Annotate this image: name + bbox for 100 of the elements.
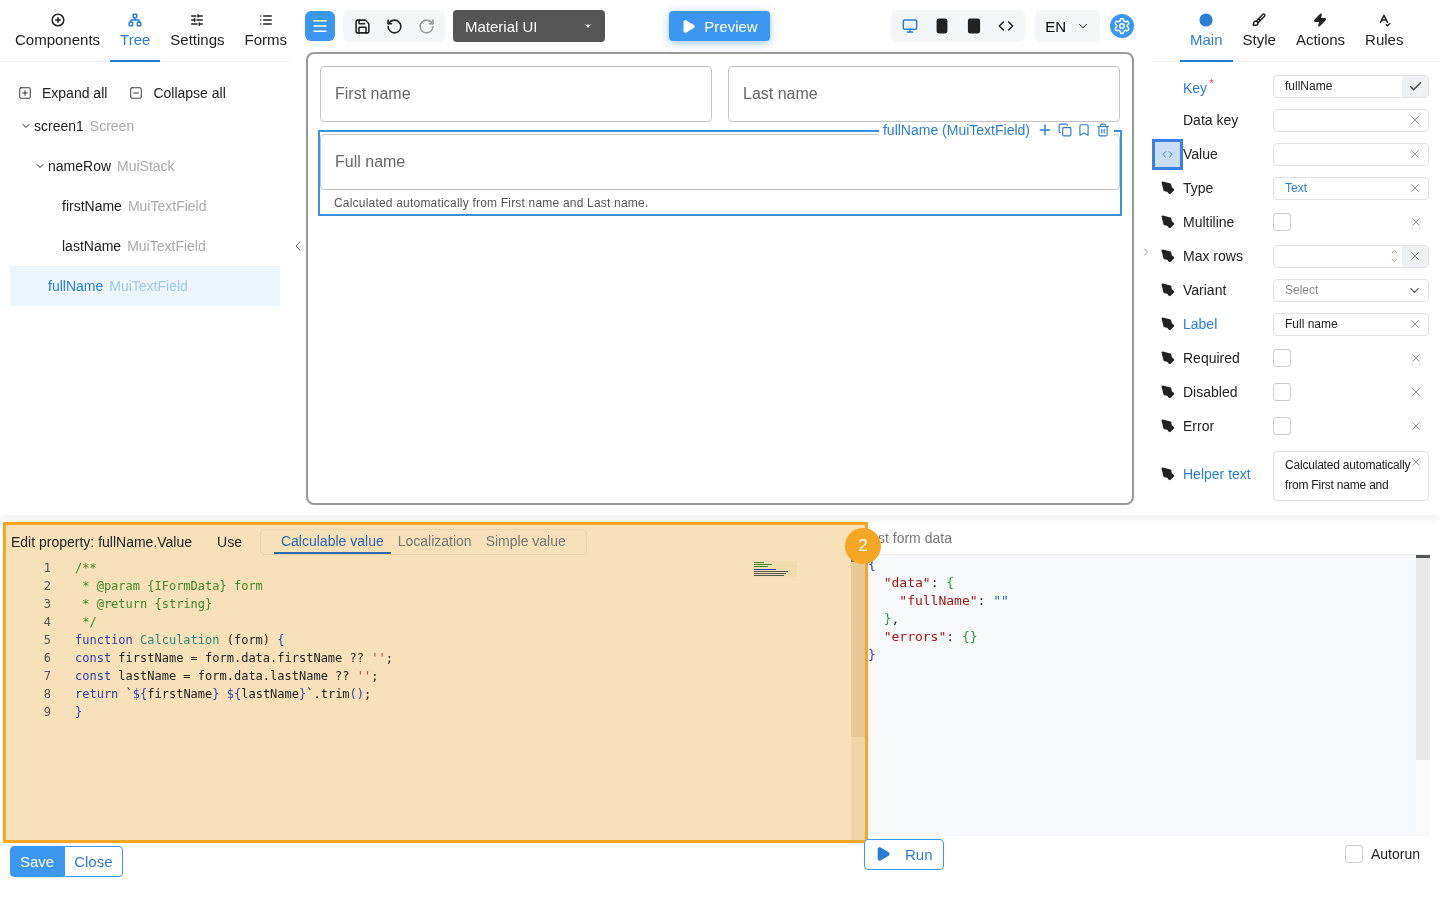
line-number: 6 — [42, 651, 52, 665]
add-icon[interactable] — [1037, 122, 1053, 138]
code-line: function Calculation (form) { — [75, 633, 285, 647]
code-line: }, — [882, 611, 901, 628]
bookmark-icon[interactable] — [1077, 123, 1091, 137]
close-icon — [1408, 317, 1422, 331]
dot-icon — [1199, 12, 1214, 27]
text-field[interactable] — [1273, 108, 1429, 132]
close-icon — [1408, 147, 1422, 161]
tree-item[interactable]: nameRow MuiStack — [10, 146, 280, 186]
text-field[interactable]: Last name — [728, 66, 1120, 122]
code-line: const firstName = form.data.firstName ?? ''; — [75, 651, 393, 665]
code-line: const lastName = form.data.lastName ?? ''; — [75, 669, 379, 683]
code-icon — [1162, 148, 1173, 160]
node-type: MuiTextField — [127, 238, 206, 254]
code-line: "data": { — [882, 575, 956, 592]
sidebar-tab[interactable]: Settings — [160, 0, 235, 62]
number-field[interactable] — [1273, 244, 1429, 268]
close-icon — [1409, 385, 1423, 399]
confirm-button[interactable] — [1402, 75, 1428, 97]
mode-tab[interactable]: Calculable value — [273, 530, 391, 554]
close-icon — [1408, 249, 1422, 263]
checkbox-label: Autorun — [1370, 846, 1420, 862]
plus-square-icon — [18, 86, 32, 100]
line-number: 8 — [42, 687, 52, 701]
spell-check-icon — [1377, 12, 1392, 27]
close-button[interactable]: Close — [64, 845, 123, 877]
checkbox[interactable] — [1273, 213, 1291, 231]
clear-button[interactable] — [1409, 455, 1423, 469]
lightning-icon — [1313, 12, 1328, 27]
text-field[interactable]: First name — [320, 66, 712, 122]
tree-item[interactable]: lastName MuiTextField — [10, 226, 280, 266]
copy-icon[interactable] — [1058, 123, 1072, 137]
increment-icon[interactable] — [1390, 247, 1399, 256]
sidebar-tab[interactable]: Forms — [234, 0, 298, 62]
menu-button[interactable] — [305, 11, 335, 41]
collapse-all-button[interactable]: Collapse all — [129, 83, 226, 103]
sliders-icon — [190, 12, 205, 27]
expand-all-button[interactable]: Expand all — [18, 83, 108, 103]
tree-item[interactable]: firstName MuiTextField — [10, 186, 280, 226]
sidebar-tab[interactable]: Components — [5, 0, 111, 62]
line-number: 5 — [42, 633, 52, 647]
mode-tab[interactable]: Simple value — [478, 530, 573, 554]
hierarchy-icon — [128, 12, 143, 27]
node-type: MuiStack — [117, 158, 175, 174]
code-line: "errors": {} — [882, 629, 979, 646]
redo-icon — [417, 17, 435, 35]
node-type: MuiTextField — [127, 198, 207, 214]
panel-tab[interactable]: Main — [1180, 0, 1233, 62]
tree-item[interactable]: fullName MuiTextField — [10, 266, 280, 306]
code-line: /** — [75, 561, 97, 575]
code-line: "fullName": "" — [898, 593, 1010, 610]
play-icon — [875, 846, 891, 862]
close-icon — [1409, 419, 1423, 433]
language-select[interactable]: EN — [1035, 10, 1100, 42]
decrement-icon[interactable] — [1390, 256, 1399, 265]
node-type: Screen — [89, 118, 135, 134]
select-field[interactable]: Select — [1273, 278, 1429, 302]
tree-item[interactable]: screen1 Screen — [10, 106, 280, 146]
text-field[interactable]: fullName — [1273, 74, 1429, 98]
line-number: 3 — [42, 597, 52, 611]
line-number: 2 — [42, 579, 52, 593]
property-label: Variant — [1183, 282, 1228, 298]
code-line: } — [868, 647, 877, 664]
panel-tab[interactable]: Style — [1232, 0, 1286, 62]
text-field[interactable] — [1273, 142, 1429, 166]
gear-icon — [1113, 17, 1131, 35]
use-label: Use — [217, 534, 242, 550]
checkbox[interactable] — [1273, 383, 1291, 401]
run-button[interactable]: Run — [864, 838, 944, 870]
clear-button[interactable] — [1402, 245, 1428, 267]
helper-text: Calculated automatically from First name and Last name. — [333, 195, 650, 210]
mode-tab[interactable]: Localization — [390, 530, 479, 554]
code-button[interactable] — [1152, 138, 1183, 170]
text-field[interactable]: Full name — [1273, 312, 1429, 336]
tablet-icon — [966, 18, 983, 34]
checkbox[interactable] — [1273, 417, 1291, 435]
plus-circle-icon — [50, 12, 65, 27]
panel-tab[interactable]: Actions — [1285, 0, 1356, 62]
property-label: Disabled — [1183, 384, 1239, 400]
node-name: screen1 — [34, 118, 84, 134]
play-icon — [681, 18, 697, 34]
menu-icon — [311, 17, 329, 35]
checkbox[interactable] — [1273, 349, 1291, 367]
panel-tab[interactable]: Rules — [1355, 0, 1414, 62]
code-line: * @param {IFormData} form — [81, 579, 263, 593]
settings-button[interactable] — [1110, 14, 1134, 38]
sidebar-tab[interactable]: Tree — [110, 0, 161, 62]
node-type: MuiTextField — [109, 278, 188, 294]
delete-icon[interactable] — [1096, 123, 1110, 137]
property-label: Max rows — [1183, 248, 1244, 264]
brush-icon — [1252, 12, 1267, 27]
text-area[interactable]: Calculated automatically from First name and — [1273, 451, 1429, 501]
close-icon — [1408, 181, 1422, 195]
property-label: Required — [1183, 350, 1241, 366]
library-select[interactable]: Material UI — [453, 10, 605, 42]
checkbox[interactable] — [1344, 845, 1363, 863]
close-icon — [1409, 351, 1423, 365]
text-field[interactable]: Text — [1273, 176, 1429, 200]
node-name: lastName — [62, 238, 122, 254]
